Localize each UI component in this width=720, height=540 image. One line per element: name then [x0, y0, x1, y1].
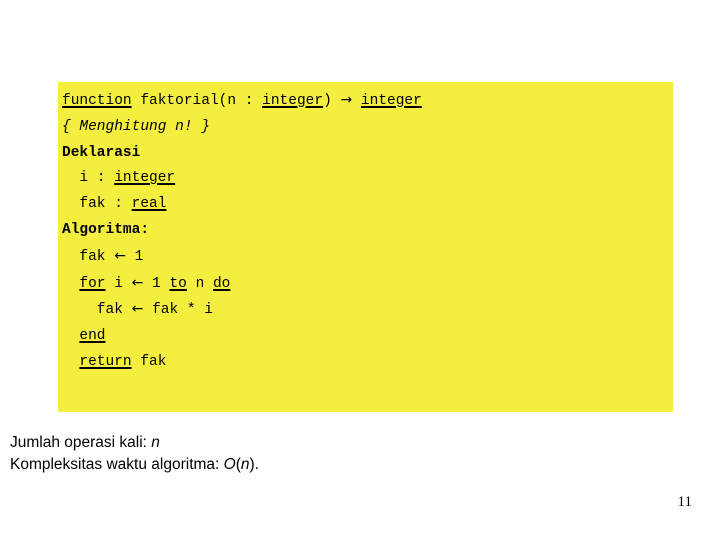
code-line-end-loop-seg-1: end — [79, 328, 106, 345]
code-line-for-loop-seg-1: for — [79, 275, 106, 292]
code-line-init-fak-seg-0: fak — [62, 248, 115, 265]
code-line-decl-fak-seg-0: fak : — [62, 196, 132, 213]
code-line-for-loop-seg-2: i — [105, 275, 132, 292]
code-line-deklarasi-header: Deklarasi — [58, 141, 673, 167]
code-line-signature-seg-4: → — [340, 92, 353, 108]
note-line-kompleksitas: Kompleksitas waktu algoritma: O(n). — [10, 454, 570, 476]
code-line-end-loop-seg-0 — [62, 328, 79, 344]
code-line-signature: function faktorial(n : integer) → intege… — [58, 88, 673, 115]
code-line-decl-fak: fak : real — [58, 192, 673, 218]
code-line-for-loop-seg-6: n — [186, 275, 213, 292]
code-line-decl-i-seg-0: i : — [62, 170, 115, 187]
code-line-comment: { Menghitung n! } — [58, 115, 673, 141]
code-line-loop-body: fak ← fak * i — [58, 297, 673, 324]
code-line-return: return fak — [58, 350, 673, 376]
code-line-for-loop-seg-5: to — [169, 275, 187, 292]
code-line-algoritma-header-seg-0: Algoritma: — [62, 221, 150, 238]
note-line-kompleksitas-seg-1: O — [223, 456, 236, 473]
note-line-kompleksitas-seg-0: Kompleksitas waktu algoritma: — [10, 456, 224, 473]
code-line-signature-seg-5 — [352, 93, 361, 109]
code-line-init-fak-seg-2: 1 — [125, 248, 144, 265]
code-line-signature-seg-1: faktorial(n : — [131, 93, 263, 109]
code-line-return-seg-0 — [62, 354, 79, 370]
code-line-for-loop: for i ← 1 to n do — [58, 271, 673, 298]
code-line-decl-fak-seg-1: real — [131, 196, 167, 213]
code-line-return-seg-2: fak — [131, 353, 167, 370]
code-line-loop-body-seg-0: fak — [62, 302, 132, 319]
code-line-loop-body-seg-1: ← — [131, 301, 144, 318]
complexity-notes: Jumlah operasi kali: n Kompleksitas waktu… — [10, 432, 570, 476]
page-number: 11 — [677, 494, 692, 510]
code-line-for-loop-seg-7: do — [212, 275, 231, 292]
code-line-end-loop: end — [58, 324, 673, 350]
note-line-jumlah-operasi-seg-0: Jumlah operasi kali: — [10, 434, 152, 451]
code-line-init-fak: fak ← 1 — [58, 244, 673, 271]
code-line-signature-seg-3: ) — [323, 93, 341, 109]
pseudocode-block: function faktorial(n : integer) → intege… — [58, 82, 673, 412]
code-line-loop-body-seg-2: fak * i — [143, 302, 213, 319]
code-line-for-loop-seg-4: 1 — [143, 275, 170, 292]
code-line-for-loop-seg-0 — [62, 276, 79, 292]
code-line-decl-i: i : integer — [58, 166, 673, 192]
code-line-signature-seg-2: integer — [262, 93, 324, 109]
note-line-kompleksitas-seg-4: ). — [249, 456, 259, 473]
code-line-signature-seg-0: function — [62, 93, 132, 109]
code-line-deklarasi-header-seg-0: Deklarasi — [62, 144, 141, 161]
note-line-jumlah-operasi-seg-1: n — [151, 434, 160, 451]
note-line-jumlah-operasi: Jumlah operasi kali: n — [10, 432, 570, 454]
code-line-algoritma-header: Algoritma: — [58, 218, 673, 244]
code-line-comment-seg-0: { Menghitung n! } — [62, 118, 210, 135]
code-line-signature-seg-6: integer — [360, 93, 422, 109]
code-line-return-seg-1: return — [79, 353, 132, 370]
code-line-init-fak-seg-1: ← — [114, 247, 126, 264]
code-line-decl-i-seg-1: integer — [114, 170, 176, 187]
note-line-kompleksitas-seg-3: n — [240, 456, 250, 473]
code-line-for-loop-seg-3: ← — [131, 274, 144, 291]
